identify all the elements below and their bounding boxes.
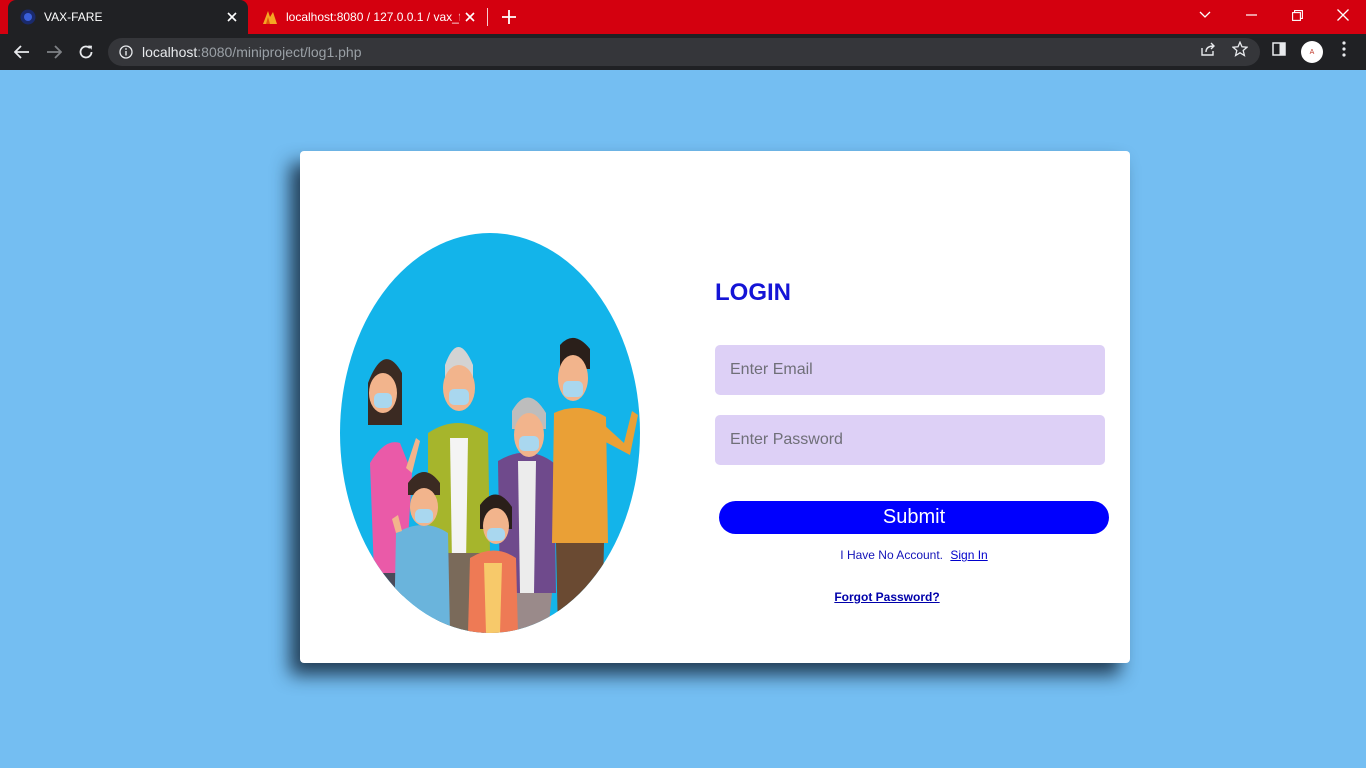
forgot-password-link[interactable]: Forgot Password? [719, 590, 1055, 604]
tab-divider [487, 8, 488, 26]
new-tab-plus-icon[interactable] [498, 6, 520, 28]
tab-title: VAX-FARE [44, 10, 103, 24]
no-account-line: I Have No Account. Sign In [719, 548, 1109, 562]
tab-search-chevron-down-icon[interactable] [1182, 0, 1228, 30]
url-text: localhost:8080/miniproject/log1.php [142, 44, 362, 60]
tab-strip: VAX-FARE localhost:8080 / 127.0.0.1 / va… [0, 0, 1366, 34]
browser-toolbar: localhost:8080/miniproject/log1.php [0, 34, 1366, 70]
close-tab-icon[interactable] [222, 7, 242, 27]
sign-in-link[interactable]: Sign In [950, 548, 987, 562]
site-favicon-icon [20, 9, 36, 25]
reload-icon[interactable] [72, 38, 100, 66]
back-arrow-icon[interactable] [8, 38, 36, 66]
site-info-icon[interactable] [118, 44, 134, 60]
minimize-window-icon[interactable] [1228, 0, 1274, 30]
submit-button[interactable]: Submit [719, 501, 1109, 534]
password-input[interactable] [715, 415, 1105, 465]
close-window-icon[interactable] [1320, 0, 1366, 30]
login-heading: LOGIN [715, 279, 791, 306]
masked-family-illustration [340, 233, 640, 633]
bookmark-star-icon[interactable] [1231, 40, 1249, 58]
side-panel-icon[interactable] [1270, 40, 1288, 58]
share-icon[interactable] [1199, 40, 1217, 58]
tab-phpmyadmin[interactable]: localhost:8080 / 127.0.0.1 / vax_fare [250, 0, 486, 34]
tab-vax-fare[interactable]: VAX-FARE [8, 0, 248, 34]
no-account-text: I Have No Account. [840, 548, 944, 562]
login-card: LOGIN Submit I Have No Account. Sign In … [300, 151, 1130, 663]
phpmyadmin-favicon-icon [262, 9, 278, 25]
close-tab-icon[interactable] [460, 7, 480, 27]
restore-window-icon[interactable] [1274, 0, 1320, 30]
tab-title: localhost:8080 / 127.0.0.1 / vax_fare [286, 10, 460, 24]
more-menu-icon[interactable] [1335, 40, 1353, 58]
email-input[interactable] [715, 345, 1105, 395]
forward-arrow-icon[interactable] [40, 38, 68, 66]
address-bar[interactable]: localhost:8080/miniproject/log1.php [108, 38, 1260, 66]
profile-avatar[interactable]: A [1301, 41, 1323, 63]
